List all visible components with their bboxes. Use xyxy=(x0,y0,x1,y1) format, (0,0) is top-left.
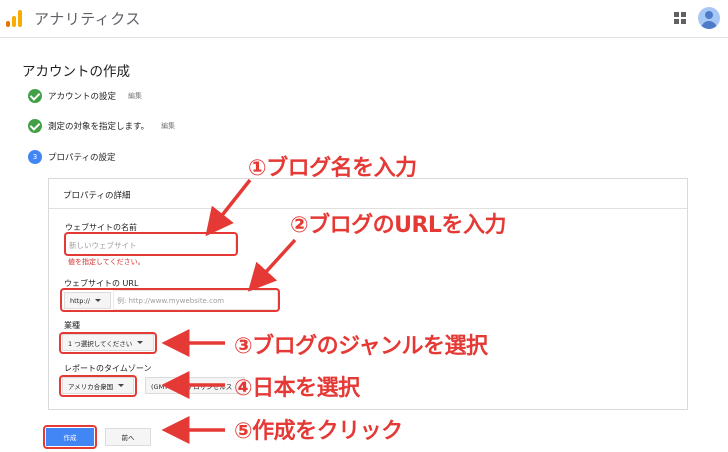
step-edit-link[interactable]: 編集 xyxy=(161,121,175,131)
step-label: 測定の対象を指定します。 xyxy=(48,122,150,132)
step-label: アカウントの設定 xyxy=(48,92,117,102)
site-url-label: ウェブサイトの URL xyxy=(64,279,139,288)
card-title: プロパティの詳細 xyxy=(63,191,131,201)
step-property-settings: 3 プロパティの設定 xyxy=(28,149,116,165)
protocol-value: http:// xyxy=(70,296,90,305)
annotation-2: ②ブログのURLを入力 xyxy=(290,213,506,238)
industry-label: 業種 xyxy=(64,321,80,330)
check-circle-icon xyxy=(28,89,42,103)
industry-select[interactable]: 1 つ選択してください xyxy=(62,334,154,351)
step-account-settings: アカウントの設定 編集 xyxy=(28,88,142,104)
site-name-error: 値を指定してください。 xyxy=(68,258,145,266)
annotation-1: ①ブログ名を入力 xyxy=(248,156,417,181)
analytics-logo-icon[interactable] xyxy=(6,9,24,27)
annotation-3: ③ブログのジャンルを選択 xyxy=(234,334,488,359)
timezone-zone-select[interactable]: (GMT-08:00) ロサンゼルス xyxy=(145,377,245,394)
page-title: アカウントの作成 xyxy=(22,64,130,80)
site-name-input[interactable] xyxy=(69,238,229,252)
protocol-select[interactable]: http:// xyxy=(64,292,111,309)
timezone-zone: (GMT-08:00) ロサンゼルス xyxy=(151,382,233,391)
site-name-label: ウェブサイトの名前 xyxy=(65,223,137,232)
timezone-label: レポートのタイムゾーン xyxy=(64,364,152,373)
industry-selected: 1 つ選択してください xyxy=(68,339,133,348)
app-title: アナリティクス xyxy=(34,10,141,28)
step-edit-link[interactable]: 編集 xyxy=(128,91,142,101)
annotation-5: ⑤作成をクリック xyxy=(234,419,403,444)
site-url-input[interactable] xyxy=(117,294,275,307)
site-name-field[interactable] xyxy=(64,233,236,255)
step-number-badge: 3 xyxy=(28,150,42,164)
step-label: プロパティの設定 xyxy=(48,153,116,163)
step-measurement-target: 測定の対象を指定します。 編集 xyxy=(28,118,175,134)
site-url-field[interactable] xyxy=(113,290,278,310)
timezone-country: アメリカ合衆国 xyxy=(68,382,114,391)
account-avatar-icon[interactable] xyxy=(698,7,720,29)
dropdown-caret-icon xyxy=(94,299,101,302)
card-header: プロパティの詳細 xyxy=(49,179,687,209)
create-button[interactable]: 作成 xyxy=(46,428,94,446)
dropdown-caret-icon xyxy=(118,384,125,387)
timezone-country-select[interactable]: アメリカ合衆国 xyxy=(62,377,134,394)
check-circle-icon xyxy=(28,119,42,133)
annotation-4: ④日本を選択 xyxy=(234,376,360,401)
back-button[interactable]: 前へ xyxy=(105,428,151,446)
dropdown-caret-icon xyxy=(137,341,144,344)
apps-grid-icon[interactable] xyxy=(674,12,686,24)
top-bar: アナリティクス xyxy=(0,0,728,38)
